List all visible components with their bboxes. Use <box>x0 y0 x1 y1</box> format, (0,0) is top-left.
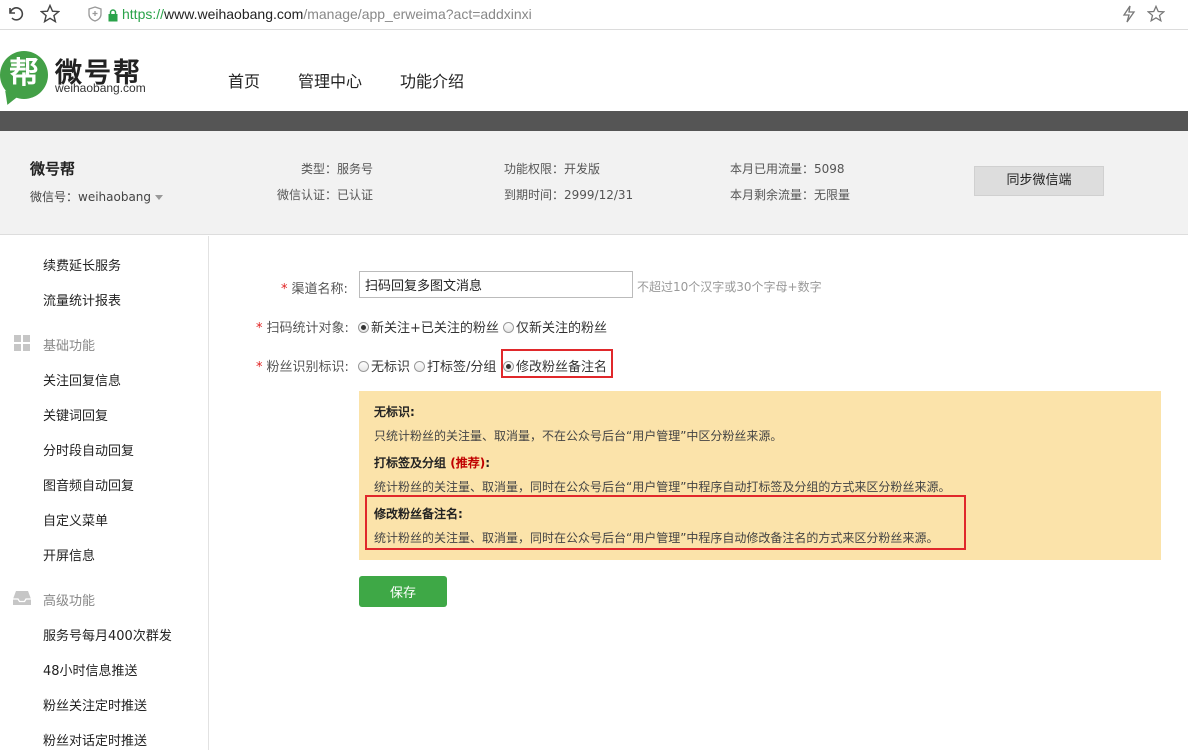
account-info-panel: 微号帮 微信号：weihaobang 类型：服务号 微信认证：已认证 功能权限：… <box>0 131 1188 235</box>
sidebar-group-advanced: 高级功能 <box>43 594 96 609</box>
sidebar-item-keyword-reply[interactable]: 关键词回复 <box>43 405 108 424</box>
wechat-id-selector[interactable]: 微信号：weihaobang <box>30 188 164 205</box>
header-divider-bar <box>0 111 1188 131</box>
notice-tag-title: 打标签及分组 (推荐): <box>374 456 490 470</box>
sidebar-item-media-reply[interactable]: 图音频自动回复 <box>43 475 134 494</box>
star-outline-icon[interactable] <box>39 3 61 29</box>
sidebar-item-chat-scheduled-push[interactable]: 粉丝对话定时推送 <box>43 730 147 749</box>
traffic-used: 本月已用流量：5098 <box>730 162 845 176</box>
lightning-icon[interactable] <box>1121 5 1137 28</box>
sidebar-item-custom-menu[interactable]: 自定义菜单 <box>43 510 108 529</box>
channel-name-label: * 渠道名称: <box>281 282 348 297</box>
grid-icon <box>14 335 31 352</box>
recommend-badge: (推荐) <box>450 456 486 470</box>
radio-tag-group[interactable]: 打标签/分组 <box>414 356 496 375</box>
logo-domain: weihaobang.com <box>55 81 146 95</box>
radio-checked-icon <box>358 322 369 333</box>
radio-unchecked-icon <box>503 322 514 333</box>
notice-none-desc: 只统计粉丝的关注量、取消量，不在公众号后台“用户管理”中区分粉丝来源。 <box>374 429 783 443</box>
url-path: /manage/app_erweima?act=addxinxi <box>303 6 532 22</box>
shield-icon <box>88 6 102 27</box>
traffic-remaining: 本月剩余流量：无限量 <box>730 188 851 202</box>
sidebar-item-renew[interactable]: 续费延长服务 <box>43 255 121 274</box>
bookmark-star-icon[interactable] <box>1146 4 1166 28</box>
logo-icon[interactable]: 帮 <box>0 51 48 99</box>
radio-unchecked-icon <box>414 361 425 372</box>
url-host: www.weihaobang.com <box>164 6 304 22</box>
expire-date: 到期时间：2999/12/31 <box>504 188 634 202</box>
sidebar-item-mass-send[interactable]: 服务号每月400次群发 <box>43 625 172 644</box>
site-header: 帮 微号帮 weihaobang.com 首页 管理中心 功能介绍 <box>0 31 1188 111</box>
sidebar: 续费延长服务 流量统计报表 基础功能 关注回复信息 关键词回复 分时段自动回复 … <box>0 236 209 750</box>
channel-name-hint: 不超过10个汉字或30个字母+数字 <box>637 280 822 294</box>
back-arrow-icon[interactable] <box>6 4 24 27</box>
browser-toolbar: https://www.weihaobang.com/manage/app_er… <box>0 0 1188 30</box>
lock-icon <box>108 7 118 27</box>
notice-tag-desc: 统计粉丝的关注量、取消量，同时在公众号后台“用户管理”中程序自动打标签及分组的方… <box>374 480 951 494</box>
radio-unchecked-icon <box>358 361 369 372</box>
sidebar-item-48h-push[interactable]: 48小时信息推送 <box>43 660 138 679</box>
fan-identify-label: * 粉丝识别标识: <box>256 360 349 375</box>
sidebar-item-follow-scheduled-push[interactable]: 粉丝关注定时推送 <box>43 695 147 714</box>
address-bar[interactable]: https://www.weihaobang.com/manage/app_er… <box>122 6 532 22</box>
nav-home[interactable]: 首页 <box>228 68 260 92</box>
scan-target-label: * 扫码统计对象: <box>256 321 349 336</box>
caret-down-icon <box>155 195 164 200</box>
sidebar-item-splash-info[interactable]: 开屏信息 <box>43 545 95 564</box>
nav-management-center[interactable]: 管理中心 <box>298 68 362 92</box>
radio-no-identifier[interactable]: 无标识 <box>358 356 410 375</box>
sidebar-group-basic: 基础功能 <box>43 339 96 354</box>
url-scheme: https:// <box>122 6 165 22</box>
wechat-id-label: 微信号：weihaobang <box>30 190 152 204</box>
sync-wechat-button[interactable]: 同步微信端 <box>974 166 1104 196</box>
highlight-box-remark-option <box>501 349 613 378</box>
sidebar-item-timed-reply[interactable]: 分时段自动回复 <box>43 440 134 459</box>
feature-permission: 功能权限：开发版 <box>504 162 601 176</box>
inbox-tray-icon <box>12 590 32 606</box>
account-type: 类型：服务号 <box>301 162 374 176</box>
sidebar-item-follow-reply[interactable]: 关注回复信息 <box>43 370 121 389</box>
radio-new-followers-only[interactable]: 仅新关注的粉丝 <box>503 317 607 336</box>
sidebar-item-traffic-report[interactable]: 流量统计报表 <box>43 290 121 309</box>
notice-none-title: 无标识: <box>374 405 415 419</box>
save-button[interactable]: 保存 <box>359 576 447 607</box>
highlight-box-remark-notice <box>365 495 966 550</box>
account-name: 微号帮 <box>30 160 76 178</box>
radio-new-and-existing-followers[interactable]: 新关注+已关注的粉丝 <box>358 317 499 336</box>
channel-name-input[interactable] <box>359 271 633 298</box>
verification-status: 微信认证：已认证 <box>277 188 374 202</box>
nav-features[interactable]: 功能介绍 <box>400 68 464 92</box>
